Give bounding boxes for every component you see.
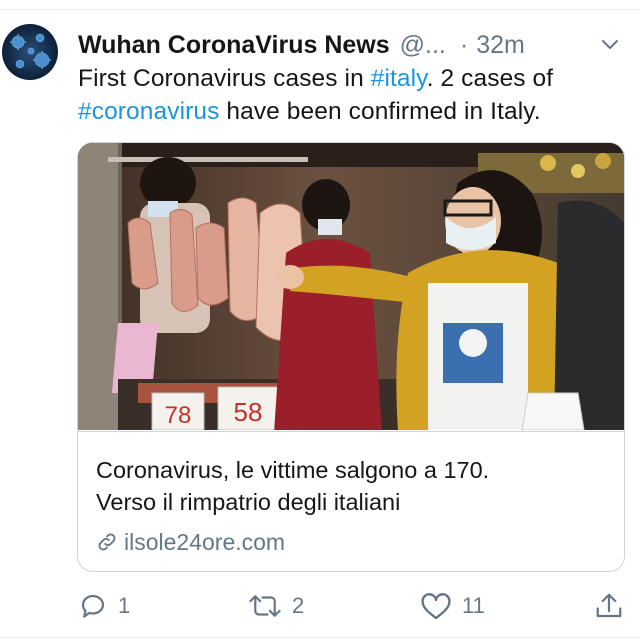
tweet-text: First Coronavirus cases in #italy. 2 cas… — [78, 62, 628, 128]
card-image: 78 58 — [78, 143, 624, 430]
card-domain[interactable]: ilsole24ore.com — [124, 529, 285, 556]
separator-dot: · — [459, 30, 469, 59]
tweet-text-part3: have been confirmed in Italy. — [219, 98, 541, 125]
chevron-down-icon[interactable] — [598, 32, 622, 56]
like-icon — [421, 593, 451, 620]
reply-button[interactable]: 1 — [78, 586, 130, 626]
reply-icon — [81, 594, 105, 618]
price-tag-58: 58 — [234, 397, 263, 427]
author-handle[interactable]: @... — [400, 31, 446, 60]
tweet-actions: 1 2 11 — [0, 586, 640, 626]
author-name[interactable]: Wuhan CoronaVirus News — [78, 31, 390, 60]
reply-count: 1 — [118, 593, 131, 618]
share-button[interactable] — [594, 586, 634, 626]
card-title-line1: Coronavirus, le vittime salgono a 170. — [96, 457, 490, 483]
link-icon — [98, 533, 116, 551]
share-icon — [596, 593, 622, 618]
like-button[interactable]: 11 — [420, 586, 485, 626]
price-tag-78: 78 — [165, 402, 192, 429]
tweet-text-part2: . 2 cases of — [426, 65, 554, 92]
top-divider — [0, 9, 640, 10]
card-info[interactable]: Coronavirus, le vittime salgono a 170. V… — [78, 431, 624, 571]
retweet-count: 2 — [292, 593, 305, 618]
tweet-header: Wuhan CoronaVirus News @... · 32m — [78, 28, 622, 62]
hashtag-coronavirus[interactable]: #coronavirus — [78, 98, 219, 125]
card-title-line2: Verso il rimpatrio degli italiani — [96, 489, 401, 515]
avatar[interactable] — [2, 24, 58, 80]
tweet-time[interactable]: 32m — [476, 31, 525, 60]
card-domain-row[interactable]: ilsole24ore.com — [96, 527, 285, 557]
hashtag-italy[interactable]: #italy — [371, 65, 427, 92]
retweet-button[interactable]: 2 — [248, 586, 304, 626]
virus-avatar-icon — [10, 33, 51, 69]
link-preview-card[interactable]: 78 58 Coronavirus, le vittime salgono a … — [77, 142, 625, 572]
card-title: Coronavirus, le vittime salgono a 170. V… — [96, 454, 606, 518]
like-count: 11 — [462, 593, 485, 618]
bottom-divider — [0, 637, 640, 638]
retweet-icon — [249, 595, 281, 617]
tweet-text-part1: First Coronavirus cases in — [78, 65, 371, 92]
